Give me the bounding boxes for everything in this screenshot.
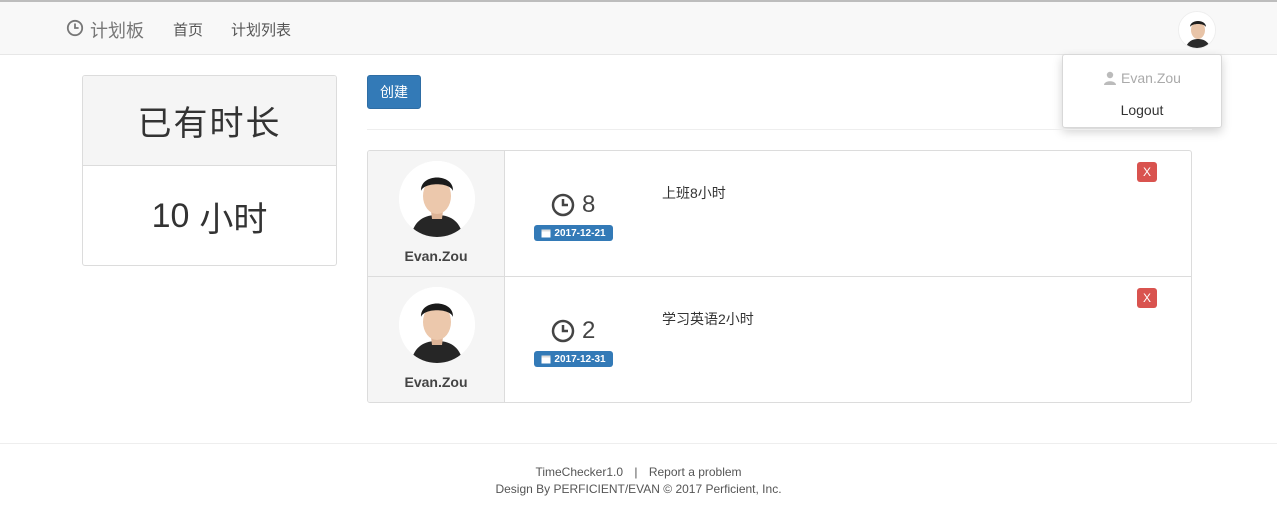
list-item: Evan.Zou 2 2017-12-31 学习英语2小时 X bbox=[368, 277, 1191, 402]
calendar-icon bbox=[541, 229, 551, 238]
avatar bbox=[1179, 12, 1215, 48]
create-button[interactable]: 创建 bbox=[367, 75, 421, 109]
clock-icon bbox=[551, 193, 575, 217]
entry-user: Evan.Zou bbox=[368, 151, 505, 276]
user-dropdown-menu: Evan.Zou Logout bbox=[1062, 54, 1222, 128]
entry-hours: 2 bbox=[551, 317, 595, 345]
footer-divider bbox=[0, 443, 1277, 444]
avatar bbox=[399, 287, 475, 363]
nav-home[interactable]: 首页 bbox=[173, 19, 203, 40]
navbar: 计划板 首页 计划列表 bbox=[0, 0, 1277, 55]
entry-username: Evan.Zou bbox=[404, 374, 468, 390]
calendar-icon bbox=[541, 355, 551, 364]
entry-username: Evan.Zou bbox=[404, 248, 468, 264]
entry-user: Evan.Zou bbox=[368, 277, 505, 402]
stat-value: 10 小时 bbox=[83, 166, 336, 265]
date-badge: 2017-12-31 bbox=[534, 351, 613, 367]
divider bbox=[367, 129, 1192, 130]
avatar bbox=[399, 161, 475, 237]
stat-number: 10 bbox=[151, 196, 190, 235]
total-hours-panel: 已有时长 10 小时 bbox=[82, 75, 337, 266]
delete-button[interactable]: X bbox=[1137, 288, 1157, 308]
user-icon bbox=[1104, 71, 1117, 85]
entry-description: 上班8小时 bbox=[662, 185, 726, 201]
stat-unit: 小时 bbox=[199, 200, 268, 239]
footer-separator: | bbox=[634, 465, 638, 479]
date-badge: 2017-12-21 bbox=[534, 225, 613, 241]
footer-links: TimeChecker1.0 | Report a problem bbox=[0, 465, 1277, 479]
brand-link[interactable]: 计划板 bbox=[66, 17, 144, 43]
dropdown-username: Evan.Zou bbox=[1063, 70, 1221, 86]
report-problem-link[interactable]: Report a problem bbox=[649, 465, 742, 479]
clock-icon bbox=[66, 19, 84, 42]
stat-title: 已有时长 bbox=[83, 76, 336, 166]
version-link[interactable]: TimeChecker1.0 bbox=[535, 465, 623, 479]
entry-list: Evan.Zou 8 2017-12-21 上班8小时 X Evan.Zou 2… bbox=[367, 150, 1192, 403]
clock-icon bbox=[551, 319, 575, 343]
brand-text: 计划板 bbox=[90, 21, 144, 41]
list-item: Evan.Zou 8 2017-12-21 上班8小时 X bbox=[368, 151, 1191, 277]
entry-description: 学习英语2小时 bbox=[662, 311, 754, 327]
nav-plan-list[interactable]: 计划列表 bbox=[231, 19, 291, 40]
entry-hours: 8 bbox=[551, 191, 595, 219]
delete-button[interactable]: X bbox=[1137, 162, 1157, 182]
footer-credit: Design By PERFICIENT/EVAN © 2017 Perfici… bbox=[495, 482, 782, 496]
logout-link[interactable]: Logout bbox=[1063, 102, 1221, 118]
user-avatar-button[interactable] bbox=[1178, 11, 1216, 49]
